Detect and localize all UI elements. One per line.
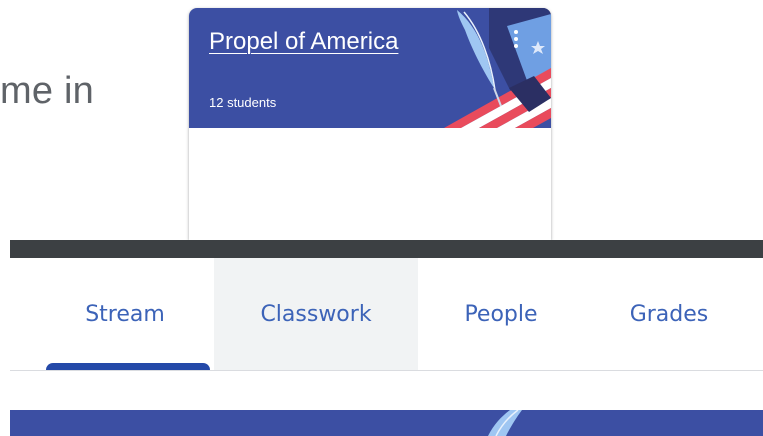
class-title-link[interactable]: Propel of America [209,28,398,56]
more-vert-icon[interactable] [511,30,521,52]
tab-grades[interactable]: Grades [584,258,754,370]
header-separator-bar [10,240,763,258]
tab-grades-label: Grades [629,301,709,327]
active-tab-indicator [46,363,210,370]
student-count: 12 students [209,95,277,110]
class-card-header[interactable]: Propel of America 12 students [189,8,551,128]
tabs-divider [10,370,763,371]
class-tabs: Stream Classwork People Grades [10,258,763,370]
class-card[interactable]: Propel of America 12 students [189,8,551,240]
stream-banner-illustration [488,410,522,436]
class-card-body [189,128,551,240]
tab-people-label: People [464,301,538,327]
tab-classwork-label: Classwork [260,301,372,327]
tab-stream-label: Stream [85,301,165,327]
stream-banner [10,410,763,436]
tab-stream[interactable]: Stream [40,258,210,370]
class-banner-illustration [444,8,551,128]
partial-heading-text: me in [0,70,94,112]
tab-people[interactable]: People [418,258,584,370]
tab-classwork[interactable]: Classwork [214,258,418,370]
